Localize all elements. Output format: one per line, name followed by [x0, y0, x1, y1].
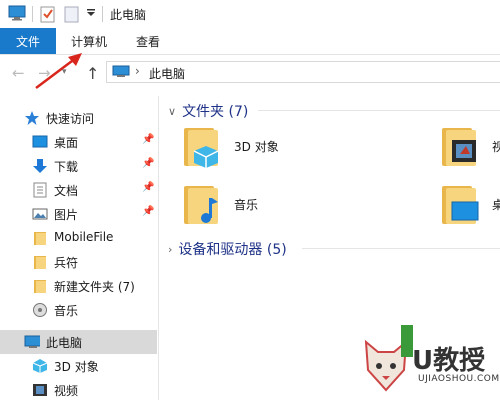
window-title: 此电脑	[110, 8, 147, 22]
address-bar[interactable]: › 此电脑	[106, 61, 500, 83]
nav-label: 文档	[54, 184, 79, 198]
chevron-right-icon[interactable]: ›	[168, 243, 172, 256]
computer-icon	[112, 65, 130, 77]
nav-label: 桌面	[54, 136, 79, 150]
forward-arrow-icon[interactable]: →	[38, 64, 51, 82]
nav-quick-access[interactable]: 快速访问	[0, 106, 157, 130]
3d-objects-folder-icon	[184, 128, 219, 168]
pin-icon[interactable]: 📌	[142, 206, 154, 217]
devices-section-header[interactable]: › 设备和驱动器 (5)	[168, 239, 287, 259]
nav-label: 视频	[54, 384, 79, 398]
folder-label: 桌	[492, 198, 500, 212]
download-icon	[33, 159, 47, 173]
address-row: ← → ▾ ↑ › 此电脑	[0, 58, 500, 88]
music-icon	[33, 303, 47, 317]
document-icon	[33, 182, 47, 198]
watermark-logo: U教授 UJIAOSHOU.COM	[360, 322, 500, 400]
star-icon	[25, 111, 39, 125]
breadcrumb[interactable]: 此电脑	[149, 65, 185, 82]
back-arrow-icon[interactable]: ←	[12, 64, 25, 82]
nav-item-documents[interactable]: 文档 📌	[0, 178, 157, 202]
folder-label: 音乐	[234, 198, 259, 212]
pin-icon[interactable]: 📌	[142, 182, 154, 193]
folder-icon	[34, 280, 46, 293]
nav-label: 音乐	[54, 304, 79, 318]
folder-tile-video[interactable]: 视	[440, 124, 500, 174]
navigation-pane: 快速访问 桌面 📌 下载 📌 文档 📌 图片 📌 MobileFile 兵符 新…	[0, 96, 159, 400]
desktop-icon	[32, 135, 48, 148]
folder-tile-desktop[interactable]: 桌	[440, 182, 500, 232]
3d-objects-icon	[32, 359, 48, 373]
nav-item-video[interactable]: 视频	[0, 378, 157, 402]
up-arrow-icon[interactable]: ↑	[86, 64, 99, 83]
nav-label: 3D 对象	[54, 360, 99, 374]
nav-item-mobilefile[interactable]: MobileFile	[0, 226, 157, 250]
video-folder-icon	[442, 128, 476, 166]
folders-section-header[interactable]: ∨ 文件夹 (7)	[168, 101, 248, 121]
folder-label: 视	[492, 140, 500, 154]
folder-label: 3D 对象	[234, 140, 279, 154]
nav-item-desktop[interactable]: 桌面 📌	[0, 130, 157, 154]
properties-icon[interactable]	[40, 5, 56, 23]
breadcrumb-chevron-icon[interactable]: ›	[135, 64, 140, 78]
folder-tile-3d-objects[interactable]: 3D 对象	[182, 124, 382, 174]
folder-icon	[34, 232, 46, 245]
pictures-icon	[32, 208, 48, 220]
nav-label: 兵符	[54, 256, 79, 270]
folder-tile-music[interactable]: 音乐	[182, 182, 382, 232]
pin-icon[interactable]: 📌	[142, 158, 154, 169]
music-folder-icon	[184, 186, 218, 224]
section-title: 文件夹 (7)	[182, 104, 249, 120]
title-bar: 此电脑	[0, 0, 500, 28]
nav-item-downloads[interactable]: 下载 📌	[0, 154, 157, 178]
recent-dropdown-icon[interactable]: ▾	[62, 67, 67, 77]
nav-item-bingfu[interactable]: 兵符	[0, 250, 157, 274]
nav-label: 下载	[54, 160, 79, 174]
video-icon	[33, 384, 47, 396]
nav-this-pc[interactable]: 此电脑	[0, 330, 157, 354]
customize-dropdown-icon[interactable]	[86, 8, 96, 18]
nav-item-new-folder[interactable]: 新建文件夹 (7)	[0, 274, 157, 298]
section-title: 设备和驱动器 (5)	[178, 242, 287, 258]
watermark-url: UJIAOSHOU.COM	[418, 374, 500, 384]
nav-label: 此电脑	[46, 336, 83, 350]
nav-item-pictures[interactable]: 图片 📌	[0, 202, 157, 226]
computer-icon[interactable]	[8, 5, 26, 21]
nav-label: 图片	[54, 208, 79, 222]
pin-icon[interactable]: 📌	[142, 134, 154, 145]
tab-view[interactable]: 查看	[136, 28, 160, 54]
desktop-folder-icon	[442, 186, 479, 224]
new-folder-icon[interactable]	[64, 5, 80, 23]
computer-icon	[24, 335, 40, 348]
nav-item-music[interactable]: 音乐	[0, 298, 157, 322]
nav-label: 快速访问	[46, 112, 95, 126]
watermark-brand: U教授	[412, 346, 486, 376]
nav-label: MobileFile	[54, 230, 114, 244]
folder-icon	[34, 256, 46, 269]
nav-label: 新建文件夹 (7)	[54, 280, 135, 294]
nav-item-3d-objects[interactable]: 3D 对象	[0, 354, 157, 378]
chevron-down-icon[interactable]: ∨	[168, 105, 176, 118]
